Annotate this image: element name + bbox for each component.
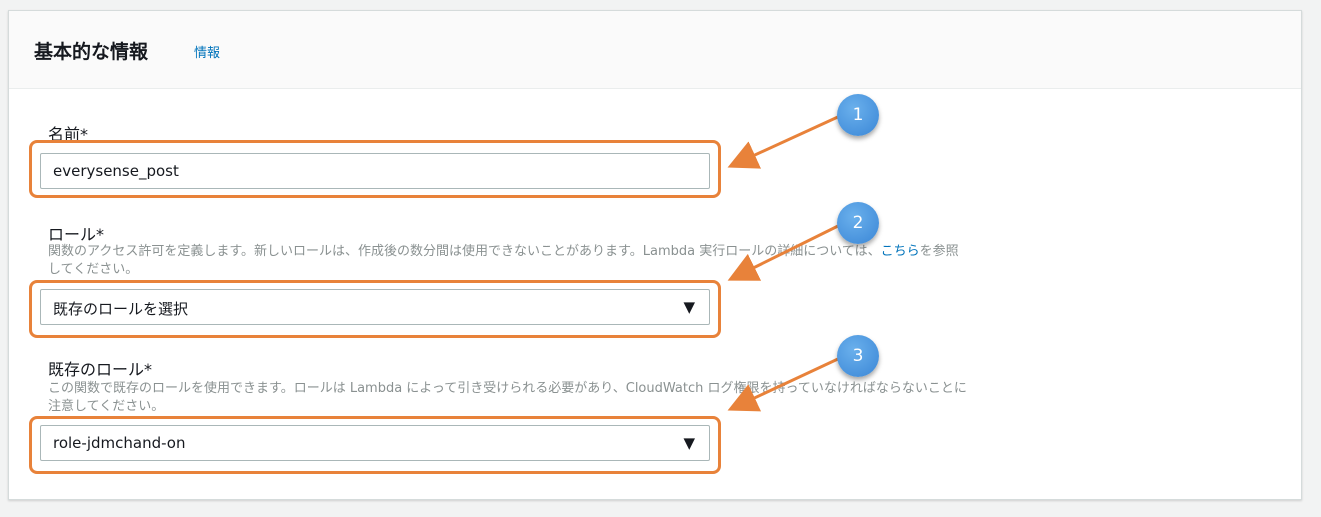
arrow-3 — [727, 356, 841, 412]
arrow-1 — [727, 114, 841, 169]
callout-badge-2: 2 — [837, 202, 879, 244]
arrow-2 — [727, 223, 841, 281]
callout-arrows — [727, 114, 841, 412]
callout-badge-3: 3 — [837, 335, 879, 377]
callout-badge-1: 1 — [837, 94, 879, 136]
